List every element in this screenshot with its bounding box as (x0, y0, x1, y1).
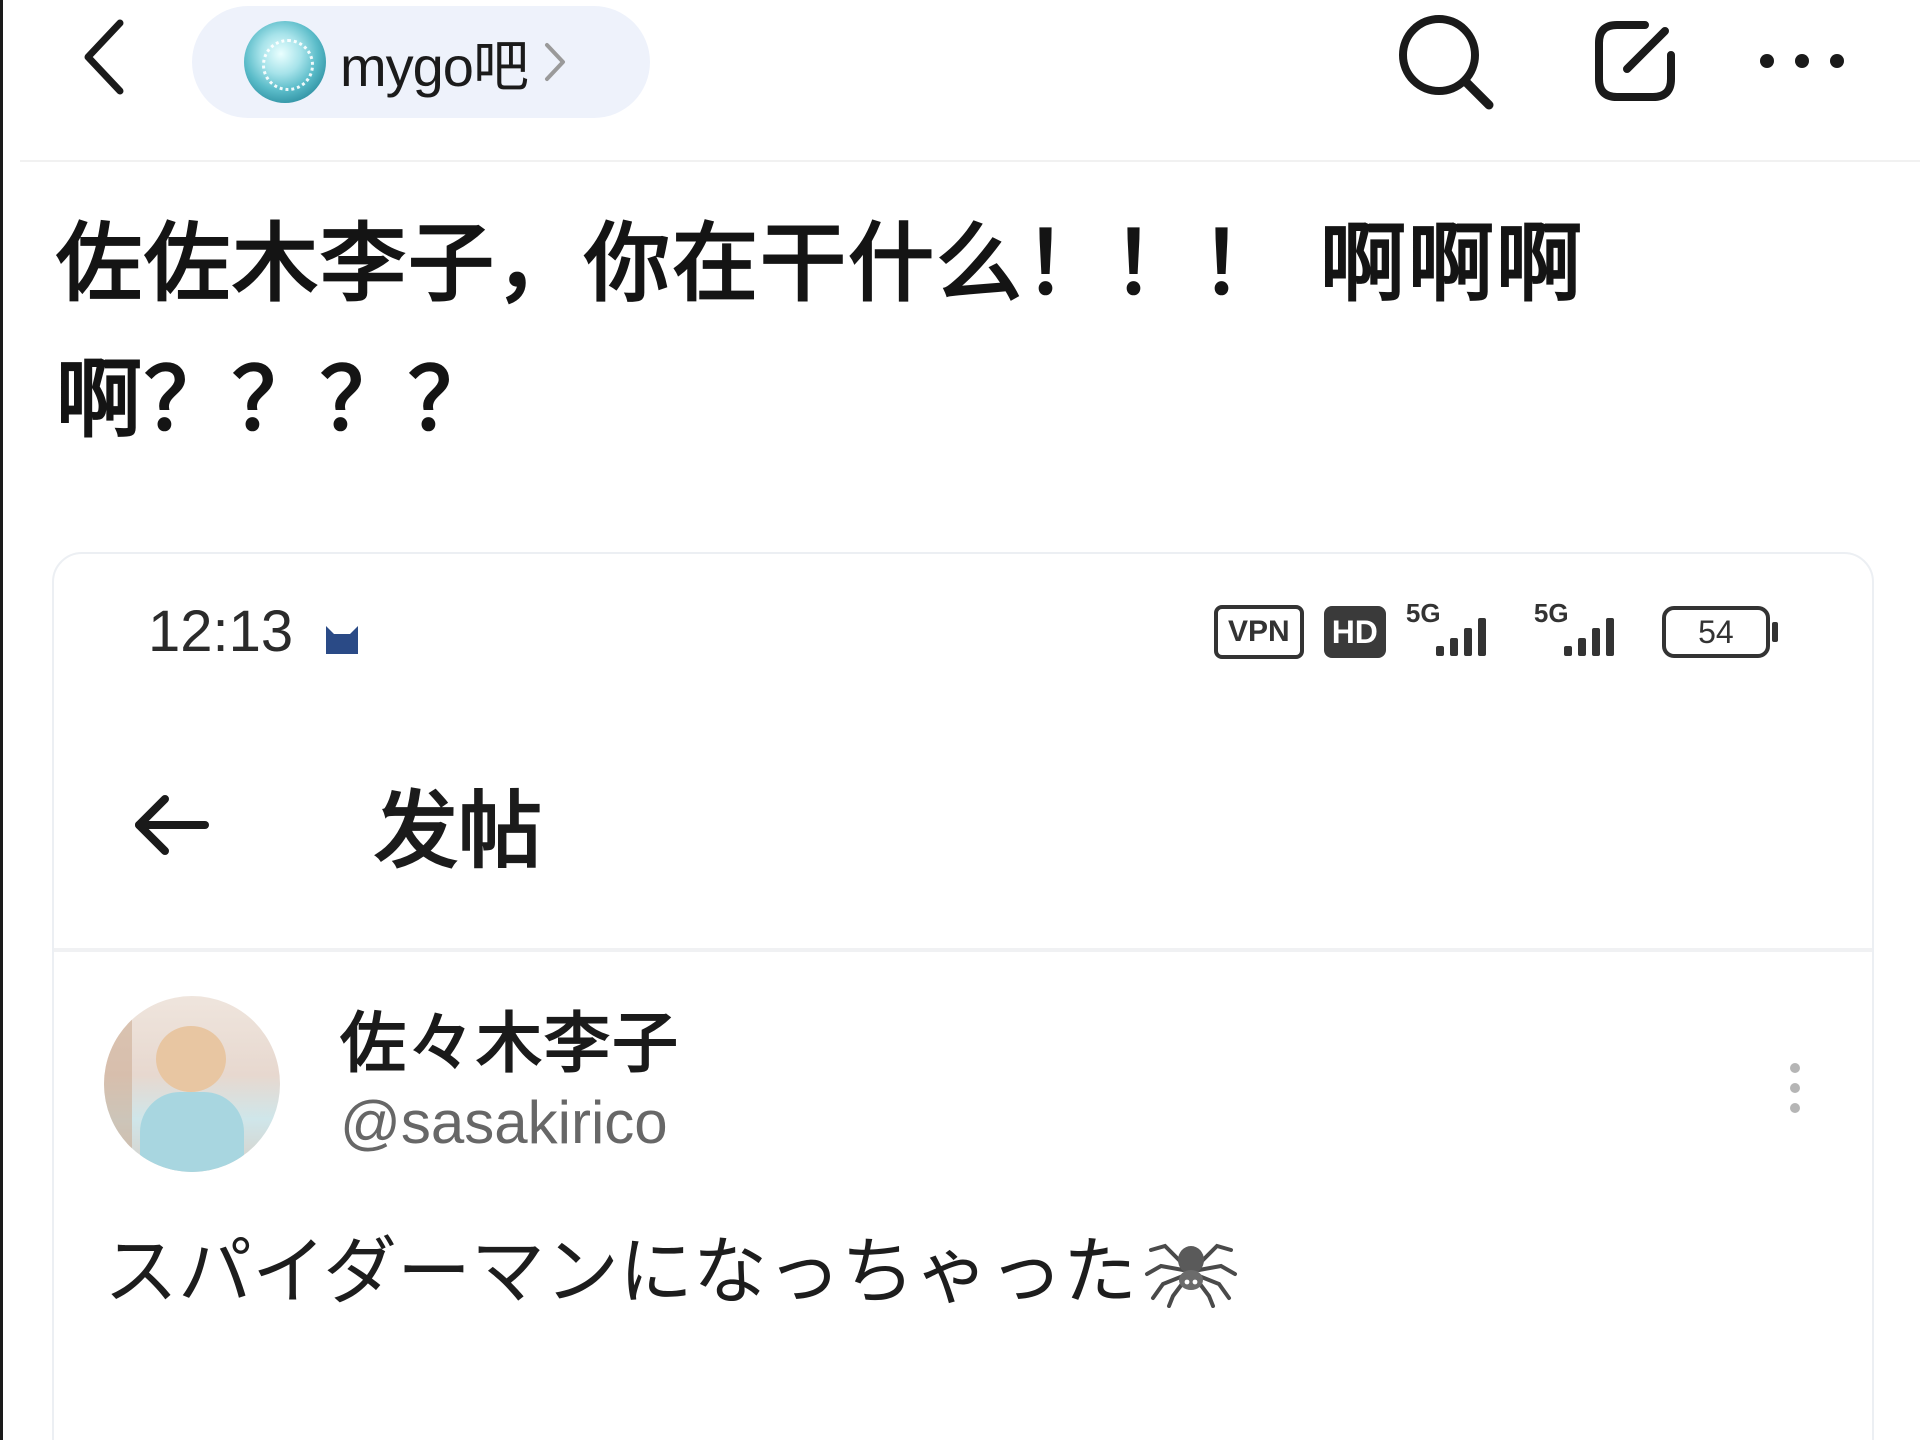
inner-page-title: 发帖 (374, 782, 543, 880)
arrow-left-icon (135, 795, 209, 855)
cat-notification-icon (322, 620, 362, 658)
inner-back-button[interactable] (128, 782, 214, 868)
tweet-text-content: スパイダーマンになっちゃった (104, 1229, 1138, 1315)
tweet-text: スパイダーマンになっちゃった (104, 1212, 1239, 1319)
battery-icon: 54 (1661, 606, 1778, 658)
forum-name: mygo吧 (340, 34, 529, 98)
vpn-badge: VPN (1214, 605, 1304, 659)
status-bar: 12:13 VPN HD 5G 5G 54 (54, 554, 1872, 714)
topbar-divider (20, 160, 1920, 162)
back-button[interactable] (66, 12, 142, 102)
more-button[interactable] (1732, 6, 1872, 116)
embedded-screenshot[interactable]: 12:13 VPN HD 5G 5G 54 发帖 佐々木李子 @sasakiri… (52, 552, 1874, 1440)
search-button[interactable] (1390, 6, 1500, 116)
post-title: 佐佐木李子，你在干什么！！！ 啊啊啊啊？？？？ (56, 214, 1584, 450)
spider-icon (1143, 1224, 1239, 1308)
left-edge-divider (0, 0, 3, 1440)
status-indicators: VPN HD 5G 5G 54 (1214, 598, 1778, 662)
chevron-left-icon (84, 19, 124, 95)
share-button[interactable] (1580, 6, 1690, 116)
tweet-author-name[interactable]: 佐々木李子 (340, 990, 680, 1086)
battery-level: 54 (1698, 613, 1734, 650)
share-icon (1595, 21, 1675, 101)
inner-header: 发帖 (54, 720, 1872, 928)
more-horizontal-icon (1760, 54, 1844, 68)
top-app-bar: mygo吧 (0, 0, 1920, 160)
inner-header-divider (54, 948, 1872, 952)
forum-chip[interactable]: mygo吧 (192, 6, 650, 118)
search-icon (1399, 15, 1494, 110)
status-time: 12:13 (148, 599, 294, 664)
chevron-right-icon (544, 42, 566, 82)
signal-icon: 5G (1406, 598, 1514, 662)
hd-badge: HD (1323, 606, 1386, 658)
tweet-author-handle[interactable]: @sasakirico (340, 1088, 668, 1157)
signal-icon: 5G (1534, 598, 1642, 662)
more-vertical-icon[interactable] (1760, 1038, 1830, 1138)
avatar[interactable] (104, 996, 280, 1172)
forum-avatar (244, 21, 326, 103)
